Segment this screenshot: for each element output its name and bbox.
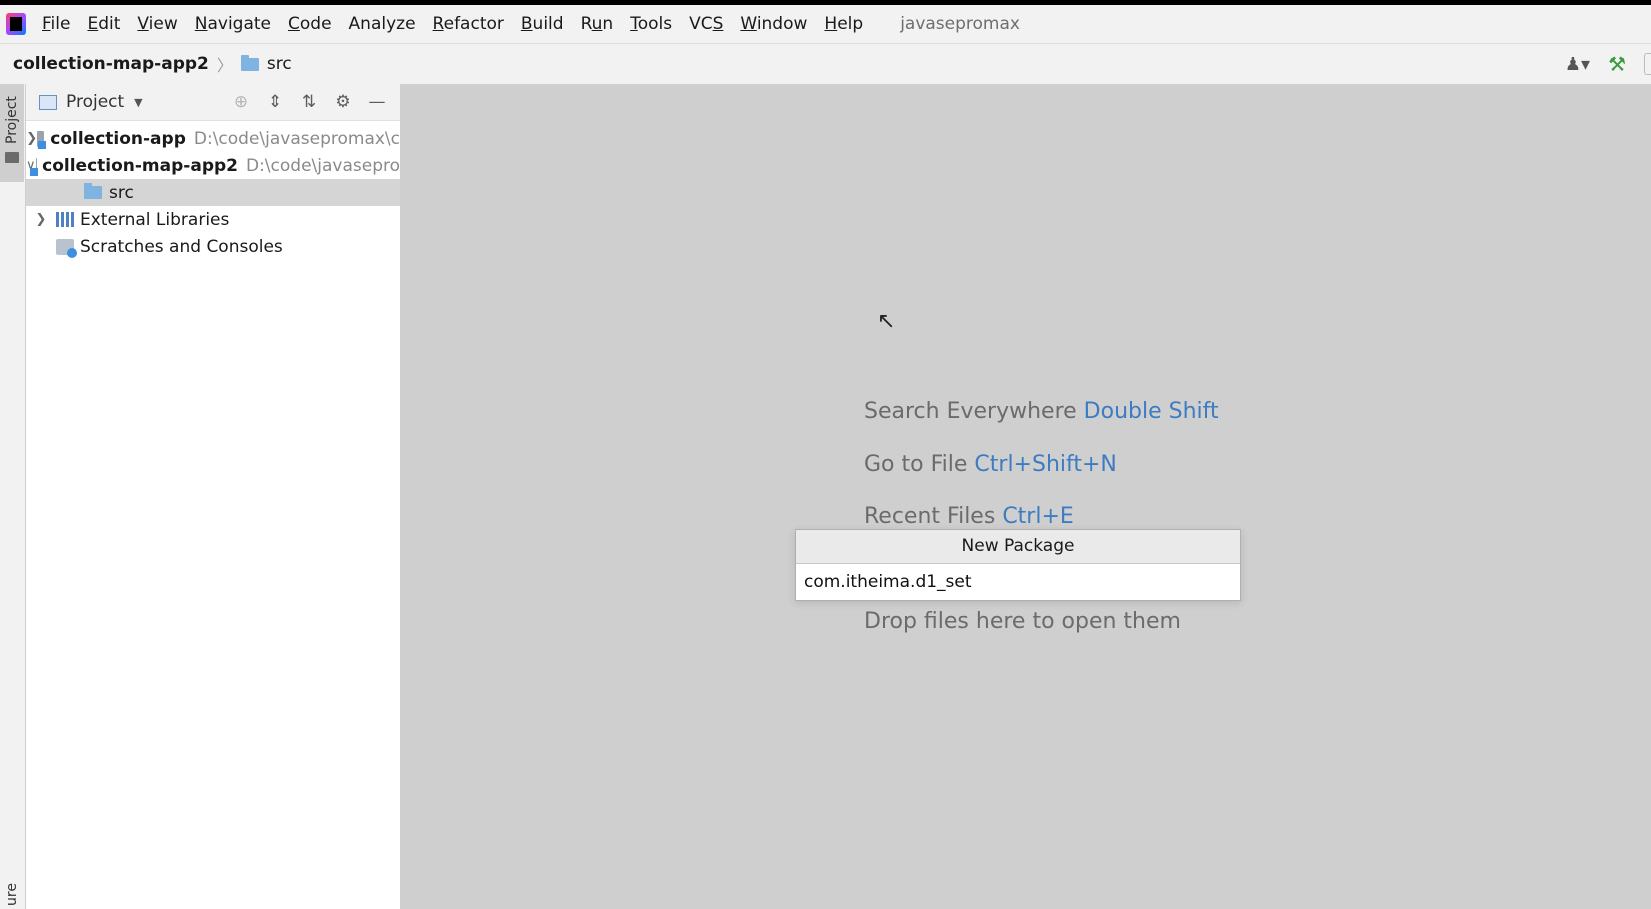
expand-all-icon[interactable]: ⇕ [258,92,292,112]
hint-drop-files: Drop files here to open them [864,609,1181,634]
project-panel: Project ▼ ⊕ ⇕ ⇅ ⚙ — ❯ collection-app D:\… [26,84,401,909]
project-view-icon [39,94,57,110]
hint-shortcut: Ctrl+E [1002,504,1074,529]
hint-text: Go to File [864,452,968,477]
tree-item-label: src [109,182,134,203]
scratches-icon [56,238,77,258]
hint-text: Search Everywhere [864,399,1077,424]
intellij-logo-icon [6,13,26,35]
menu-navigate[interactable]: Navigate [195,14,271,34]
hint-shortcut: Ctrl+Shift+N [974,452,1117,477]
tree-item-path: D:\code\javasepro [245,155,400,176]
window-project-name: javasepromax [900,14,1020,34]
hint-text: Recent Files [864,504,996,529]
user-account-icon[interactable]: ♟▾ [1565,54,1590,75]
folder-icon [240,54,259,71]
module-icon [37,130,47,149]
tree-item-label: collection-app [50,128,186,149]
chevron-down-icon[interactable]: ▼ [134,96,142,109]
locate-file-icon[interactable]: ⊕ [224,92,258,112]
hint-go-to-file: Go to File Ctrl+Shift+N [864,452,1117,477]
new-package-title: New Package [796,530,1240,564]
tree-item-external-libraries[interactable]: ❯ External Libraries [26,206,400,233]
collapse-all-icon[interactable]: ⇅ [292,92,326,112]
menu-window[interactable]: Window [740,14,807,34]
tree-item-collection-map-app2[interactable]: ∨ collection-map-app2 D:\code\javasepro [26,152,400,179]
tree-item-collection-app[interactable]: ❯ collection-app D:\code\javasepromax\c [26,125,400,152]
menu-analyze[interactable]: Analyze [349,14,416,34]
menu-code[interactable]: Code [288,14,332,34]
menu-help[interactable]: Help [824,14,863,34]
breadcrumb-separator: 〉 [216,56,233,75]
menu-run[interactable]: Run [581,14,614,34]
project-tool-tab[interactable]: Project [0,84,24,182]
hint-shortcut: Double Shift [1083,399,1219,424]
module-icon [32,157,38,176]
build-hammer-icon[interactable]: ⚒ [1608,52,1626,76]
chevron-right-icon[interactable]: ❯ [26,212,56,227]
toolbar-edge [1644,53,1651,75]
project-tree: ❯ collection-app D:\code\javasepromax\c … [26,125,400,260]
menu-refactor[interactable]: Refactor [433,14,504,34]
mouse-cursor-icon: ↖ [877,309,896,334]
menu-vcs[interactable]: VCS [689,14,723,34]
hint-recent-files: Recent Files Ctrl+E [864,504,1074,529]
navigation-bar: collection-map-app2 〉 src ♟▾ ⚒ [0,43,1651,85]
package-name-input[interactable]: com.itheima.d1_set [796,564,1240,600]
tree-item-path: D:\code\javasepromax\c [193,128,400,149]
tree-item-label: External Libraries [80,209,230,230]
editor-empty-area[interactable]: Search Everywhere Double Shift Go to Fil… [401,84,1651,909]
tree-item-scratches[interactable]: Scratches and Consoles [26,233,400,260]
new-package-dialog: New Package com.itheima.d1_set [795,529,1241,601]
chevron-right-icon[interactable]: ❯ [26,131,37,146]
menu-build[interactable]: Build [521,14,564,34]
tree-item-label: collection-map-app2 [42,155,238,176]
tree-item-label: Scratches and Consoles [80,236,283,257]
menu-bar: File Edit View Navigate Code Analyze Ref… [0,5,1651,43]
hint-text: Drop files here to open them [864,609,1181,634]
gear-icon[interactable]: ⚙ [326,92,360,112]
structure-tab-label[interactable]: ure [4,883,20,906]
project-view-selector[interactable]: Project [66,92,124,112]
ide-window: File Edit View Navigate Code Analyze Ref… [0,5,1651,909]
menu-view[interactable]: View [137,14,177,34]
breadcrumb-src[interactable]: src [267,54,292,74]
menu-file[interactable]: File [42,14,70,34]
project-panel-header: Project ▼ ⊕ ⇕ ⇅ ⚙ — [26,84,400,121]
tree-item-src[interactable]: src [26,179,400,206]
project-tab-label: Project [4,96,20,144]
menu-edit[interactable]: Edit [87,14,120,34]
library-icon [56,212,74,227]
menu-tools[interactable]: Tools [630,14,672,34]
folder-icon [84,183,102,199]
hide-panel-icon[interactable]: — [360,92,394,112]
breadcrumb-project[interactable]: collection-map-app2 [13,54,209,74]
folder-icon [5,152,19,163]
hint-search-everywhere: Search Everywhere Double Shift [864,399,1219,424]
tool-window-strip: Project ure [0,84,26,909]
